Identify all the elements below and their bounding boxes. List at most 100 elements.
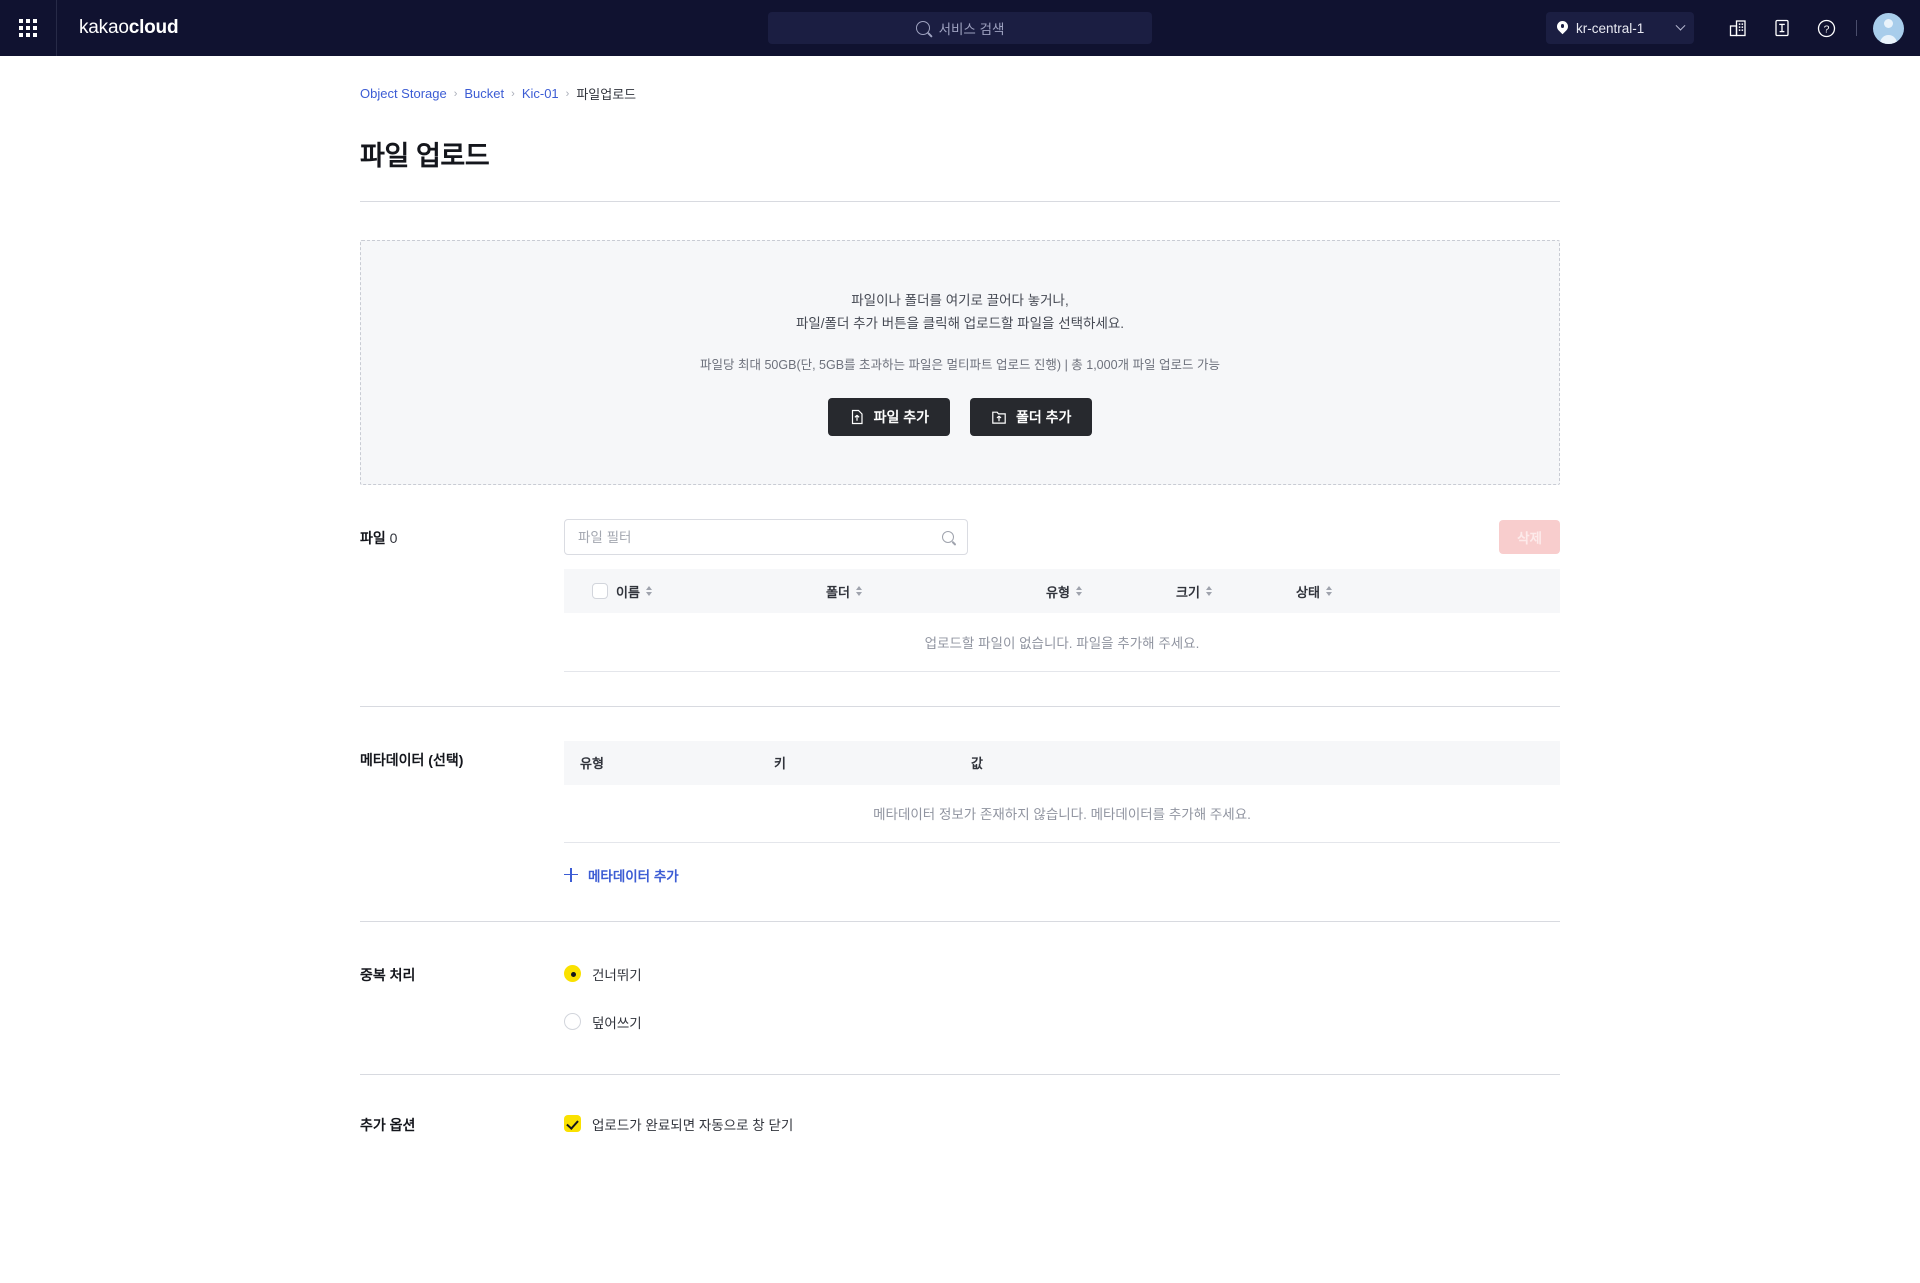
files-section-body: 삭제 이름 — [564, 519, 1560, 672]
files-empty-text: 업로드할 파일이 없습니다. 파일을 추가해 주세요. — [564, 613, 1560, 672]
user-avatar[interactable] — [1873, 12, 1904, 44]
breadcrumb-item-object-storage[interactable]: Object Storage — [360, 86, 447, 101]
extra-options-body: 업로드가 완료되면 자동으로 창 닫기 — [564, 1113, 1560, 1135]
add-metadata-label: 메타데이터 추가 — [588, 868, 679, 884]
files-filter-row: 삭제 — [564, 519, 1560, 555]
search-icon — [915, 21, 930, 35]
metadata-section-label: 메타데이터 (선택) — [360, 751, 464, 768]
breadcrumb-item-current: 파일업로드 — [576, 87, 637, 102]
organization-button[interactable] — [1716, 6, 1760, 50]
files-table-header-row: 이름 폴더 유형 크기 상태 — [564, 569, 1560, 613]
search-input-box[interactable]: 서비스 검색 — [768, 12, 1152, 44]
sort-arrows-icon — [855, 586, 862, 596]
metadata-table-head: 유형 키 값 — [564, 740, 1560, 785]
radio-overwrite-indicator[interactable] — [564, 1013, 581, 1030]
breadcrumb-item-bucket[interactable]: Bucket — [464, 86, 504, 101]
metadata-empty-text: 메타데이터 정보가 존재하지 않습니다. 메타데이터를 추가해 주세요. — [564, 785, 1560, 843]
metadata-column-header-key: 키 — [774, 740, 971, 785]
column-header-name-label: 이름 — [616, 584, 640, 600]
files-table-head: 이름 폴더 유형 크기 상태 — [564, 569, 1560, 613]
metadata-table-header-row: 유형 키 값 — [564, 740, 1560, 785]
auto-close-option[interactable]: 업로드가 완료되면 자동으로 창 닫기 — [564, 1113, 1560, 1135]
add-folder-button[interactable]: 폴더 추가 — [970, 398, 1093, 436]
top-navigation-bar: kakaocloud 서비스 검색 kr-central-1 ? — [0, 0, 1920, 56]
breadcrumb-separator-icon: › — [453, 87, 458, 100]
column-header-folder[interactable]: 폴더 — [826, 569, 1046, 613]
files-select-all-header — [564, 569, 616, 613]
select-all-checkbox[interactable] — [592, 583, 608, 600]
metadata-section: 메타데이터 (선택) 유형 키 값 메타데이터 정보가 존재하지 않습니다. 메… — [360, 707, 1560, 887]
files-count: 0 — [389, 530, 398, 546]
column-header-type[interactable]: 유형 — [1046, 569, 1176, 613]
topbar-separator — [1856, 20, 1857, 36]
breadcrumb: Object Storage › Bucket › Kic-01 › 파일업로드 — [360, 84, 1560, 107]
metadata-column-header-value: 값 — [971, 740, 1560, 785]
metadata-column-header-type: 유형 — [564, 740, 774, 785]
chevron-down-icon — [1675, 20, 1686, 31]
region-selector-value: kr-central-1 — [1576, 20, 1645, 36]
sort-arrows-icon — [645, 586, 652, 596]
delete-button[interactable]: 삭제 — [1499, 520, 1560, 554]
file-filter-input-wrap[interactable] — [564, 519, 968, 555]
files-empty-row: 업로드할 파일이 없습니다. 파일을 추가해 주세요. — [564, 613, 1560, 672]
file-dropzone[interactable]: 파일이나 폴더를 여기로 끌어다 놓거나, 파일/폴더 추가 버튼을 클릭해 업… — [360, 240, 1560, 485]
column-header-status[interactable]: 상태 — [1296, 569, 1560, 613]
metadata-table: 유형 키 값 — [564, 740, 1560, 785]
apps-grid-icon — [19, 19, 37, 37]
brand-logo-bold: cloud — [128, 17, 179, 38]
search-icon[interactable] — [942, 531, 954, 543]
svg-text:?: ? — [1823, 23, 1829, 35]
location-pin-icon — [1557, 21, 1568, 35]
plus-icon — [564, 867, 578, 882]
page-container: Object Storage › Bucket › Kic-01 › 파일업로드… — [360, 56, 1560, 1135]
add-folder-button-label: 폴더 추가 — [1016, 409, 1072, 425]
global-search[interactable]: 서비스 검색 — [768, 12, 1152, 44]
add-file-button-label: 파일 추가 — [873, 409, 929, 425]
files-table: 이름 폴더 유형 크기 상태 업로드할 파일이 없습니다. 파일을 추가해 주세… — [564, 569, 1560, 672]
breadcrumb-item-kic-01[interactable]: Kic-01 — [522, 86, 559, 101]
radio-option-overwrite[interactable]: 덮어쓰기 — [564, 1004, 1560, 1040]
docs-button[interactable] — [1760, 6, 1804, 50]
column-header-type-label: 유형 — [1046, 584, 1070, 600]
column-header-size-label: 크기 — [1176, 584, 1200, 600]
organization-icon — [1729, 20, 1746, 37]
page-title: 파일 업로드 — [360, 134, 1560, 202]
column-header-size[interactable]: 크기 — [1176, 569, 1296, 613]
add-metadata-button[interactable]: 메타데이터 추가 — [564, 865, 679, 885]
dropzone-line-2: 파일/폴더 추가 버튼을 클릭해 업로드할 파일을 선택하세요. — [795, 316, 1125, 331]
duplicate-handling-body: 건너뛰기 덮어쓰기 — [564, 956, 1560, 1040]
files-label-text: 파일 — [360, 530, 386, 546]
breadcrumb-separator-icon: › — [565, 87, 570, 100]
radio-overwrite-label: 덮어쓰기 — [592, 1015, 642, 1031]
apps-menu-button[interactable] — [0, 0, 56, 56]
file-filter-input[interactable] — [578, 529, 942, 545]
duplicate-handling-label: 중복 처리 — [360, 966, 416, 983]
docs-icon — [1775, 19, 1789, 37]
radio-option-skip[interactable]: 건너뛰기 — [564, 956, 1560, 992]
files-section: 파일 0 삭제 이 — [360, 485, 1560, 672]
help-button[interactable]: ? — [1804, 6, 1848, 50]
files-section-label: 파일 0 — [360, 519, 564, 672]
column-header-status-label: 상태 — [1296, 584, 1320, 600]
auto-close-checkbox[interactable] — [564, 1115, 581, 1132]
radio-skip-label: 건너뛰기 — [592, 967, 642, 983]
brand-logo-light: kakao — [79, 17, 129, 38]
dropzone-line-1: 파일이나 폴더를 여기로 끌어다 놓거나, — [851, 293, 1069, 308]
dropzone-note: 파일당 최대 50GB(단, 5GB를 초과하는 파일은 멀티파트 업로드 진행… — [700, 358, 1220, 372]
metadata-section-body: 유형 키 값 메타데이터 정보가 존재하지 않습니다. 메타데이터를 추가해 주… — [564, 740, 1560, 887]
column-header-name[interactable]: 이름 — [616, 569, 826, 613]
add-file-button[interactable]: 파일 추가 — [827, 398, 950, 436]
auto-close-label: 업로드가 완료되면 자동으로 창 닫기 — [592, 1117, 794, 1133]
dropzone-buttons: 파일 추가 폴더 추가 — [827, 398, 1093, 436]
radio-skip-indicator[interactable] — [564, 965, 581, 982]
sort-arrows-icon — [1325, 586, 1332, 596]
sort-arrows-icon — [1075, 586, 1082, 596]
breadcrumb-separator-icon: › — [511, 87, 515, 100]
file-upload-icon — [849, 409, 865, 425]
brand-logo[interactable]: kakaocloud — [57, 17, 179, 39]
sort-arrows-icon — [1205, 586, 1212, 596]
duplicate-handling-section: 중복 처리 건너뛰기 덮어쓰기 — [360, 922, 1560, 1040]
column-header-folder-label: 폴더 — [826, 584, 850, 600]
topbar-right-group: kr-central-1 ? — [1546, 6, 1920, 50]
region-selector[interactable]: kr-central-1 — [1546, 12, 1694, 44]
